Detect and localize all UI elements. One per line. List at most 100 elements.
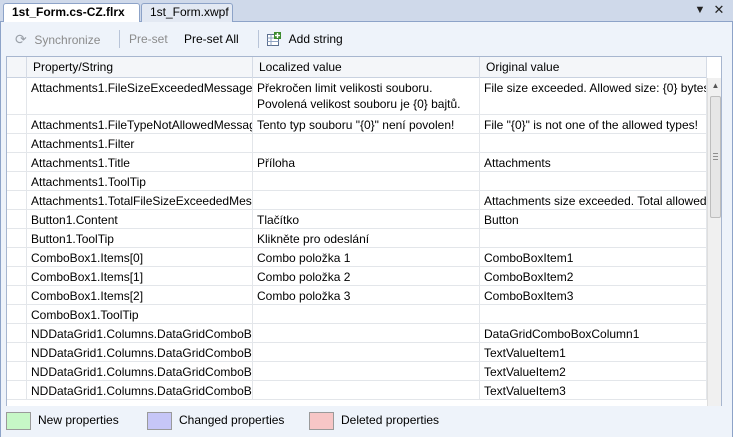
table-row[interactable]: ComboBox1.Items[2] Combo položka 3 ComboBo… [7, 286, 707, 305]
table-row[interactable]: Attachments1.TotalFileSizeExceededMessag… [7, 191, 707, 210]
cell-localized[interactable]: Příloha [253, 153, 480, 171]
row-selector[interactable] [7, 191, 27, 209]
cell-original[interactable] [480, 305, 707, 323]
cell-original[interactable]: File size exceeded. Allowed size: {0} by… [480, 78, 707, 114]
cell-property[interactable]: Attachments1.TotalFileSizeExceededMessag… [27, 191, 253, 209]
cell-localized[interactable]: Combo položka 1 [253, 248, 480, 266]
column-header-property[interactable]: Property/String [27, 57, 253, 78]
table-row[interactable]: ComboBox1.ToolTip [7, 305, 707, 324]
vertical-scrollbar[interactable]: ▲ ▼ [707, 78, 721, 420]
cell-property[interactable]: NDDataGrid1.Columns.DataGridComboBoxColu… [27, 343, 253, 361]
toolbar-separator [119, 30, 120, 48]
table-row[interactable]: Attachments1.FileTypeNotAllowedMessage Te… [7, 115, 707, 134]
cell-original[interactable]: TextValueItem1 [480, 343, 707, 361]
column-header-original[interactable]: Original value [480, 57, 707, 78]
cell-original[interactable]: Attachments [480, 153, 707, 171]
cell-localized[interactable]: Tento typ souboru "{0}" není povolen! [253, 115, 480, 133]
cell-property[interactable]: Button1.ToolTip [27, 229, 253, 247]
cell-original[interactable]: TextValueItem3 [480, 381, 707, 399]
table-row[interactable]: Attachments1.FileSizeExceededMessage Přek… [7, 78, 707, 115]
table-row[interactable]: ComboBox1.Items[0] Combo položka 1 ComboBo… [7, 248, 707, 267]
cell-original[interactable] [480, 172, 707, 190]
row-selector[interactable] [7, 115, 27, 133]
cell-original[interactable]: Attachments size exceeded. Total allowed [480, 191, 707, 209]
cell-property[interactable]: Button1.Content [27, 210, 253, 228]
add-string-icon [267, 31, 281, 46]
cell-localized[interactable] [253, 362, 480, 380]
cell-original[interactable]: Button [480, 210, 707, 228]
row-selector[interactable] [7, 343, 27, 361]
cell-property[interactable]: ComboBox1.Items[1] [27, 267, 253, 285]
row-selector[interactable] [7, 78, 27, 114]
cell-localized[interactable] [253, 191, 480, 209]
legend-changed-swatch [147, 412, 172, 430]
scroll-thumb[interactable] [710, 96, 721, 218]
cell-property[interactable]: NDDataGrid1.Columns.DataGridComboBoxColu… [27, 362, 253, 380]
row-selector[interactable] [7, 134, 27, 152]
cell-original[interactable]: TextValueItem2 [480, 362, 707, 380]
table-row[interactable]: NDDataGrid1.Columns.DataGridComboBoxColu… [7, 362, 707, 381]
cell-localized[interactable] [253, 134, 480, 152]
row-selector[interactable] [7, 286, 27, 304]
table-row[interactable]: Button1.ToolTip Klikněte pro odeslání [7, 229, 707, 248]
cell-original[interactable] [480, 229, 707, 247]
row-selector[interactable] [7, 267, 27, 285]
tab-flrx[interactable]: 1st_Form.cs-CZ.flrx [3, 3, 140, 23]
cell-property[interactable]: Attachments1.ToolTip [27, 172, 253, 190]
table-row[interactable]: Button1.Content Tlačítko Button [7, 210, 707, 229]
preset-all-button[interactable]: Pre-set All [184, 29, 239, 49]
cell-property[interactable]: Attachments1.FileTypeNotAllowedMessage [27, 115, 253, 133]
cell-original[interactable]: ComboBoxItem3 [480, 286, 707, 304]
row-selector[interactable] [7, 248, 27, 266]
cell-property[interactable]: Attachments1.Title [27, 153, 253, 171]
cell-localized[interactable] [253, 324, 480, 342]
scroll-up-icon[interactable]: ▲ [708, 78, 721, 93]
cell-localized[interactable]: Tlačítko [253, 210, 480, 228]
cell-original[interactable]: DataGridComboBoxColumn1 [480, 324, 707, 342]
close-icon[interactable]: ✕ [712, 3, 726, 17]
row-selector[interactable] [7, 362, 27, 380]
cell-localized[interactable]: Combo položka 2 [253, 267, 480, 285]
table-row[interactable]: Attachments1.Filter [7, 134, 707, 153]
table-row[interactable]: Attachments1.ToolTip [7, 172, 707, 191]
cell-original[interactable] [480, 134, 707, 152]
cell-localized[interactable]: Klikněte pro odeslání [253, 229, 480, 247]
row-selector[interactable] [7, 381, 27, 399]
cell-localized[interactable]: Překročen limit velikosti souboru. Povol… [253, 78, 480, 114]
cell-localized[interactable]: Combo položka 3 [253, 286, 480, 304]
cell-original[interactable]: File "{0}" is not one of the allowed typ… [480, 115, 707, 133]
table-row[interactable]: Attachments1.Title Příloha Attachments [7, 153, 707, 172]
legend: New properties Changed properties Delete… [1, 406, 732, 437]
tab-xwpf[interactable]: 1st_Form.xwpf [141, 3, 233, 22]
cell-original[interactable]: ComboBoxItem2 [480, 267, 707, 285]
row-selector[interactable] [7, 153, 27, 171]
cell-property[interactable]: ComboBox1.Items[2] [27, 286, 253, 304]
table-row[interactable]: NDDataGrid1.Columns.DataGridComboBoxColu… [7, 324, 707, 343]
column-header-localized[interactable]: Localized value [253, 57, 480, 78]
cell-localized[interactable] [253, 305, 480, 323]
cell-localized[interactable] [253, 172, 480, 190]
table-row[interactable]: NDDataGrid1.Columns.DataGridComboBoxColu… [7, 343, 707, 362]
cell-original[interactable]: ComboBoxItem1 [480, 248, 707, 266]
cell-property[interactable]: Attachments1.FileSizeExceededMessage [27, 78, 253, 114]
row-selector[interactable] [7, 172, 27, 190]
synchronize-button[interactable]: ⟳ Synchronize [15, 29, 100, 49]
preset-button[interactable]: Pre-set [129, 29, 168, 49]
legend-deleted-label: Deleted properties [341, 413, 440, 427]
chevron-down-icon[interactable]: ▼ [693, 3, 707, 17]
cell-property[interactable]: Attachments1.Filter [27, 134, 253, 152]
cell-property[interactable]: ComboBox1.ToolTip [27, 305, 253, 323]
row-selector[interactable] [7, 229, 27, 247]
cell-localized[interactable] [253, 343, 480, 361]
cell-property[interactable]: NDDataGrid1.Columns.DataGridComboBoxColu… [27, 324, 253, 342]
row-selector[interactable] [7, 324, 27, 342]
table-row[interactable]: NDDataGrid1.Columns.DataGridComboBoxColu… [7, 381, 707, 400]
table-row[interactable]: ComboBox1.Items[1] Combo položka 2 ComboBo… [7, 267, 707, 286]
row-selector[interactable] [7, 305, 27, 323]
cell-property[interactable]: NDDataGrid1.Columns.DataGridComboBoxColu… [27, 381, 253, 399]
row-selector[interactable] [7, 210, 27, 228]
add-string-button[interactable]: Add string [267, 29, 343, 49]
cell-property[interactable]: ComboBox1.Items[0] [27, 248, 253, 266]
grid-header: Property/String Localized value Original… [7, 57, 707, 78]
cell-localized[interactable] [253, 381, 480, 399]
